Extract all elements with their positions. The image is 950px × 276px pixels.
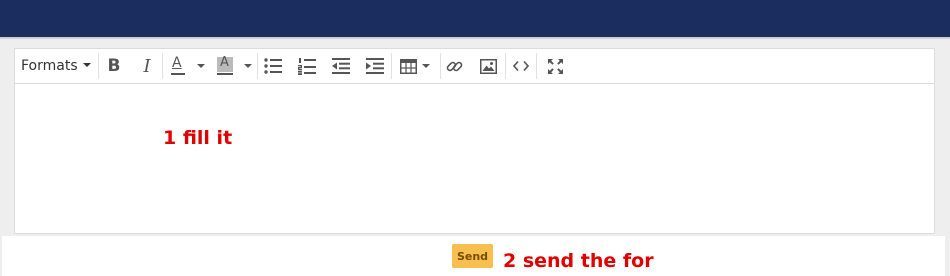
send-annotation: 2 send the for (503, 250, 654, 272)
send-button[interactable]: Send (452, 244, 493, 268)
background-color-icon: A (217, 55, 233, 76)
indent-icon (366, 58, 384, 74)
bullet-list-icon (264, 58, 282, 74)
image-icon (479, 58, 497, 74)
toolbar-divider (257, 53, 258, 79)
editor-toolbar: Formats B I A A (15, 49, 934, 84)
chevron-down-icon (82, 63, 91, 67)
outdent-icon (332, 58, 350, 74)
background-color-dropdown[interactable] (242, 53, 254, 79)
insert-link-button[interactable] (443, 53, 465, 79)
insert-image-button[interactable] (477, 53, 499, 79)
source-code-icon (513, 60, 529, 72)
bullet-list-button[interactable] (262, 53, 284, 79)
chevron-down-icon (197, 64, 205, 68)
outdent-button[interactable] (330, 53, 352, 79)
italic-button[interactable]: I (136, 53, 158, 79)
fill-it-annotation: 1 fill it (163, 127, 233, 149)
formats-dropdown[interactable]: Formats (21, 53, 93, 79)
source-code-button[interactable] (510, 53, 532, 79)
numbered-list-icon (298, 57, 316, 75)
rich-text-editor: Formats B I A A 1 fill it (14, 48, 935, 234)
toolbar-divider (505, 53, 506, 79)
text-color-dropdown[interactable] (195, 53, 207, 79)
numbered-list-button[interactable] (296, 53, 318, 79)
fullscreen-button[interactable] (544, 53, 566, 79)
toolbar-divider (162, 53, 163, 79)
bold-icon: B (107, 56, 121, 76)
chevron-down-icon (244, 64, 252, 68)
toolbar-divider (391, 53, 392, 79)
toolbar-divider (440, 53, 441, 79)
formats-label: Formats (21, 58, 78, 74)
chevron-down-icon (422, 64, 430, 68)
table-icon (400, 58, 417, 74)
text-color-icon: A (170, 55, 186, 76)
link-icon (446, 61, 462, 71)
bold-button[interactable]: B (103, 53, 125, 79)
table-dropdown[interactable] (397, 53, 433, 79)
background-color-button[interactable]: A (214, 53, 236, 79)
text-color-button[interactable]: A (167, 53, 189, 79)
editor-content-area[interactable]: 1 fill it (15, 84, 934, 233)
italic-icon: I (143, 55, 151, 77)
toolbar-divider (536, 53, 537, 79)
toolbar-divider (98, 53, 99, 79)
fullscreen-icon (547, 58, 563, 74)
indent-button[interactable] (364, 53, 386, 79)
top-header-bar (0, 0, 950, 37)
header-divider (0, 37, 950, 39)
